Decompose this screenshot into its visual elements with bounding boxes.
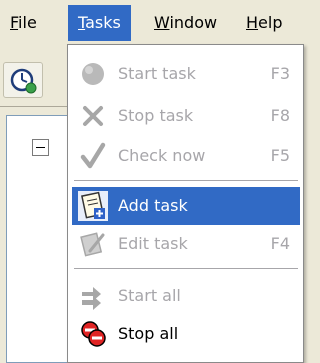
check-now-icon [80,142,106,169]
menu-item-start-all[interactable]: Start all [72,277,300,315]
add-task-icon [78,191,108,221]
menu-item-add-task[interactable]: Add task [72,187,300,225]
menu-item-start-task[interactable]: Start task F3 [72,55,300,93]
menu-separator [74,180,298,181]
menu-item-stop-all[interactable]: Stop all [72,315,300,353]
menu-file[interactable]: File [0,5,47,41]
menu-help[interactable]: Help [236,5,292,41]
menu-item-shortcut: F3 [270,64,290,83]
toolbar-clock-button[interactable] [3,62,43,98]
menu-item-check-now[interactable]: Check now F5 [72,137,300,175]
menu-bar: File Tasks Window Help [0,0,304,46]
start-task-icon [82,63,104,85]
menu-item-label: Stop task [118,106,194,125]
menu-item-label: Check now [118,146,206,165]
menu-item-edit-task[interactable]: Edit task F4 [72,225,300,263]
menu-item-label: Stop all [118,324,179,343]
menu-item-shortcut: F8 [270,106,290,125]
start-all-icon [82,287,101,310]
menu-window[interactable]: Window [144,5,227,41]
menu-item-label: Start task [118,64,196,83]
tasks-menu: Start task F3 Stop task F8 Check now F5 … [67,44,304,363]
tree-collapse-icon[interactable] [32,139,49,156]
clock-icon [10,68,37,94]
menu-tasks[interactable]: Tasks [68,5,131,41]
menu-separator [74,268,298,269]
menu-item-label: Edit task [118,234,188,253]
stop-all-icon [81,321,106,347]
menu-item-stop-task[interactable]: Stop task F8 [72,97,300,135]
menu-item-shortcut: F4 [270,234,290,253]
stop-task-icon [83,106,103,126]
menu-item-shortcut: F5 [270,146,290,165]
menu-item-label: Add task [118,196,188,215]
edit-task-icon [80,232,105,257]
menu-item-label: Start all [118,286,181,305]
